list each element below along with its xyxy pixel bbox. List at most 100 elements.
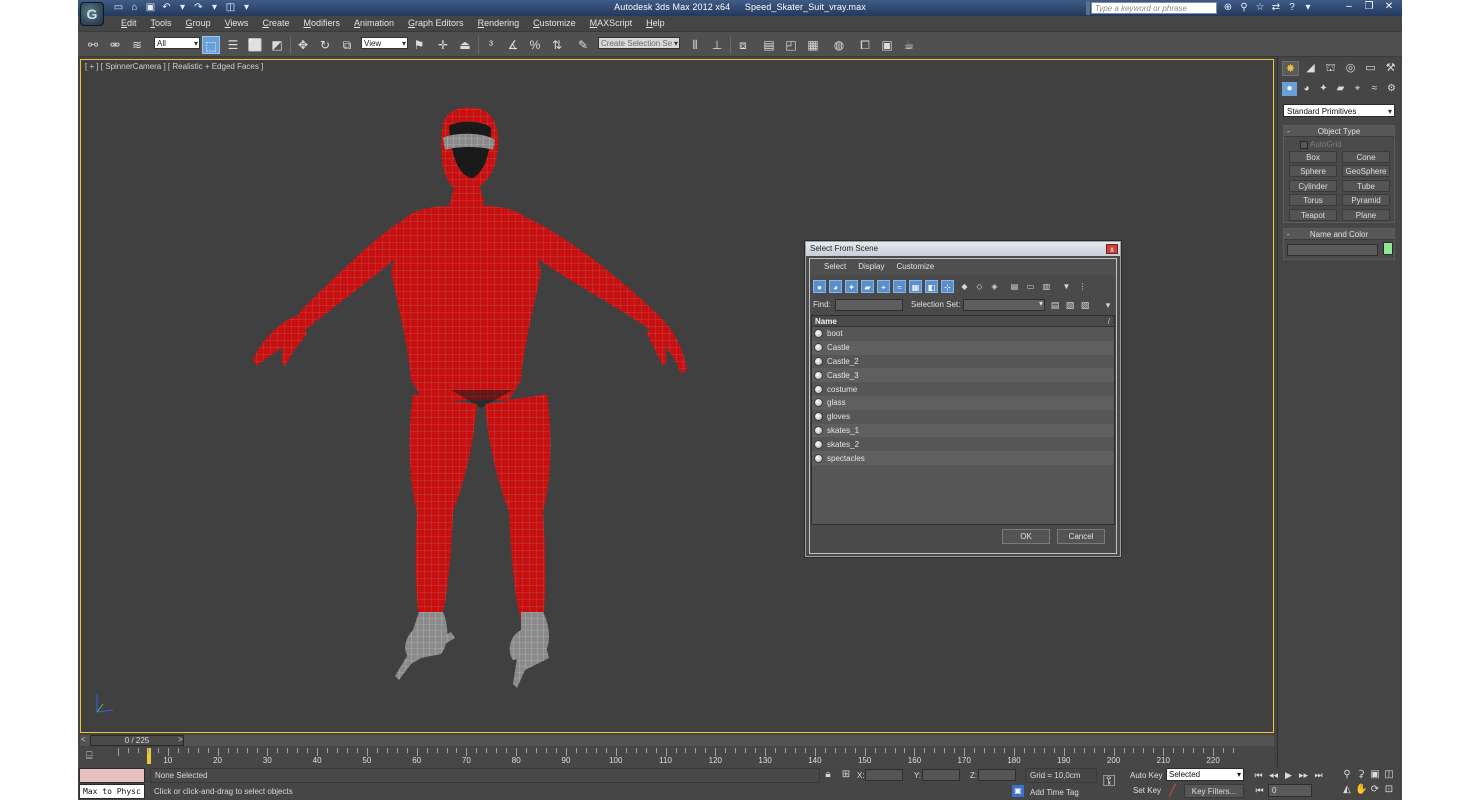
pivot-center-icon[interactable]: ⚑ xyxy=(410,36,428,54)
list-item[interactable]: Castle_3 xyxy=(812,368,1114,383)
list-item[interactable]: skates_2 xyxy=(812,437,1114,451)
orbit-icon[interactable]: ⟳ xyxy=(1369,783,1381,796)
schematic-view-icon[interactable]: ▦ xyxy=(804,36,822,54)
display-geometry-icon[interactable]: ● xyxy=(813,280,826,293)
space-warps-icon[interactable]: ≈ xyxy=(1367,82,1382,96)
align-icon[interactable]: ⊥ xyxy=(708,36,726,54)
display-xrefs-icon[interactable]: ◧ xyxy=(925,280,938,293)
dialog-title[interactable]: Select From Scene xyxy=(806,242,1120,256)
set-key-button[interactable]: Set Key xyxy=(1133,786,1161,795)
zoom-icon[interactable]: ⚲ xyxy=(1341,768,1353,781)
scale-icon[interactable]: ⧉ xyxy=(338,36,356,54)
restore-icon[interactable]: ❐ xyxy=(1360,1,1378,13)
display-invert-icon[interactable]: ◈ xyxy=(988,280,1001,293)
select-all-icon[interactable]: ▤ xyxy=(1008,280,1021,293)
dialog-menu-display[interactable]: Display xyxy=(852,259,890,275)
systems-icon[interactable]: ⚙ xyxy=(1384,82,1399,96)
filter-icon[interactable]: ▼ xyxy=(1060,280,1073,293)
list-item[interactable]: Castle xyxy=(812,340,1114,355)
maximize-viewport-icon[interactable]: ⊡ xyxy=(1383,783,1395,796)
help-icon[interactable]: ? xyxy=(1286,1,1298,14)
zoom-all-icon[interactable]: ⚳ xyxy=(1355,768,1367,781)
edit-named-selection-icon[interactable]: ✎ xyxy=(574,36,592,54)
link-icon[interactable]: ⚯ xyxy=(84,36,102,54)
cone-button[interactable]: Cone xyxy=(1342,151,1390,163)
search-input[interactable]: Type a keyword or phrase xyxy=(1091,2,1217,14)
pan-icon[interactable]: ✋ xyxy=(1355,783,1367,796)
app-logo-icon[interactable]: G xyxy=(80,2,104,26)
current-frame-field[interactable]: 0 xyxy=(1268,784,1312,797)
curve-editor-icon[interactable]: ◰ xyxy=(782,36,800,54)
graphite-ribbon-icon[interactable]: ▤ xyxy=(760,36,778,54)
minimize-icon[interactable]: – xyxy=(1340,1,1358,13)
previous-frame-icon[interactable]: ◂◂ xyxy=(1267,768,1280,782)
display-lights-icon[interactable]: ✦ xyxy=(845,280,858,293)
percent-snap-icon[interactable]: % xyxy=(526,36,544,54)
skater-body[interactable] xyxy=(253,107,687,688)
maxscript-output[interactable] xyxy=(79,768,145,783)
menu-maxscript[interactable]: MAXScript xyxy=(583,16,640,31)
remove-selection-set-icon[interactable]: ▨ xyxy=(1079,299,1091,311)
name-and-color-title[interactable]: Name and Color xyxy=(1284,229,1394,240)
ok-button[interactable]: OK xyxy=(1002,529,1050,544)
utilities-tab-icon[interactable]: ⚒ xyxy=(1382,61,1399,76)
menu-edit[interactable]: Edit xyxy=(114,16,144,31)
go-to-end-icon[interactable]: ⏭ xyxy=(1312,768,1325,782)
key-filters-button[interactable]: Key Filters... xyxy=(1184,784,1244,798)
pyramid-button[interactable]: Pyramid xyxy=(1342,194,1390,206)
cylinder-button[interactable]: Cylinder xyxy=(1289,180,1337,192)
display-helpers-icon[interactable]: ⌖ xyxy=(877,280,890,293)
z-coordinate-field[interactable] xyxy=(978,769,1016,781)
render-production-icon[interactable]: ☕ xyxy=(900,36,918,54)
time-slider[interactable]: < 0 / 225 > xyxy=(80,735,1274,746)
time-slider-thumb[interactable]: 0 / 225 xyxy=(90,735,184,746)
select-manipulate-icon[interactable]: ✛ xyxy=(434,36,452,54)
move-icon[interactable]: ✥ xyxy=(294,36,312,54)
zoom-extents-icon[interactable]: ▣ xyxy=(1369,768,1381,781)
list-item[interactable]: gloves xyxy=(812,410,1114,424)
key-tool-icon[interactable]: ⚲ xyxy=(1238,1,1250,14)
primitives-category-dropdown[interactable]: Standard Primitives xyxy=(1283,104,1395,118)
play-icon[interactable]: ▶ xyxy=(1282,768,1295,782)
key-mode-toggle-icon[interactable]: ⏮ xyxy=(1253,784,1266,797)
selection-set-dropdown[interactable] xyxy=(963,299,1045,311)
menu-create[interactable]: Create xyxy=(255,16,296,31)
list-item[interactable]: boot xyxy=(812,327,1114,341)
x-coordinate-field[interactable] xyxy=(865,769,903,781)
dialog-close-icon[interactable]: x xyxy=(1106,244,1118,254)
hierarchy-tab-icon[interactable]: ⛫ xyxy=(1322,61,1339,76)
selection-filter-dropdown[interactable]: All xyxy=(154,37,200,50)
display-cameras-icon[interactable]: ▰ xyxy=(861,280,874,293)
angle-snap-icon[interactable]: ∡ xyxy=(504,36,522,54)
find-input[interactable] xyxy=(835,299,903,311)
cancel-button[interactable]: Cancel xyxy=(1057,529,1105,544)
time-slider-prev[interactable]: < xyxy=(81,735,86,744)
go-to-start-icon[interactable]: ⏮ xyxy=(1252,768,1265,782)
window-crossing-icon[interactable]: ◩ xyxy=(268,36,286,54)
select-invert-icon[interactable]: ▥ xyxy=(1040,280,1053,293)
key-mode-dropdown[interactable]: Selected xyxy=(1166,768,1244,781)
absolute-mode-icon[interactable]: ⊞ xyxy=(840,769,852,781)
menu-views[interactable]: Views xyxy=(218,16,256,31)
sphere-button[interactable]: Sphere xyxy=(1289,165,1337,177)
teapot-button[interactable]: Teapot xyxy=(1289,209,1337,221)
menu-modifiers[interactable]: Modifiers xyxy=(296,16,347,31)
mini-curve-editor-icon[interactable]: ⌸ xyxy=(86,750,100,762)
menu-animation[interactable]: Animation xyxy=(347,16,401,31)
geosphere-button[interactable]: GeoSphere xyxy=(1342,165,1390,177)
bind-space-warp-icon[interactable]: ≋ xyxy=(128,36,146,54)
binoculars-icon[interactable]: ⊕ xyxy=(1222,1,1234,14)
field-of-view-icon[interactable]: ◭ xyxy=(1341,783,1353,796)
geometry-icon[interactable]: ● xyxy=(1282,82,1297,96)
dialog-menu-select[interactable]: Select xyxy=(818,259,852,275)
list-item[interactable]: spectacles xyxy=(812,451,1114,465)
more-options-icon[interactable]: ▾ xyxy=(1102,299,1114,311)
rotate-icon[interactable]: ↻ xyxy=(316,36,334,54)
search-expander[interactable] xyxy=(1086,1,1090,15)
snaps-toggle-icon[interactable]: ³ xyxy=(482,36,500,54)
unlink-icon[interactable]: ⚮ xyxy=(106,36,124,54)
sort-indicator-icon[interactable]: / xyxy=(1108,316,1110,327)
render-setup-icon[interactable]: ⧠ xyxy=(856,36,874,54)
list-item[interactable]: Castle_2 xyxy=(812,355,1114,369)
helpers-icon[interactable]: ⌖ xyxy=(1350,82,1365,96)
